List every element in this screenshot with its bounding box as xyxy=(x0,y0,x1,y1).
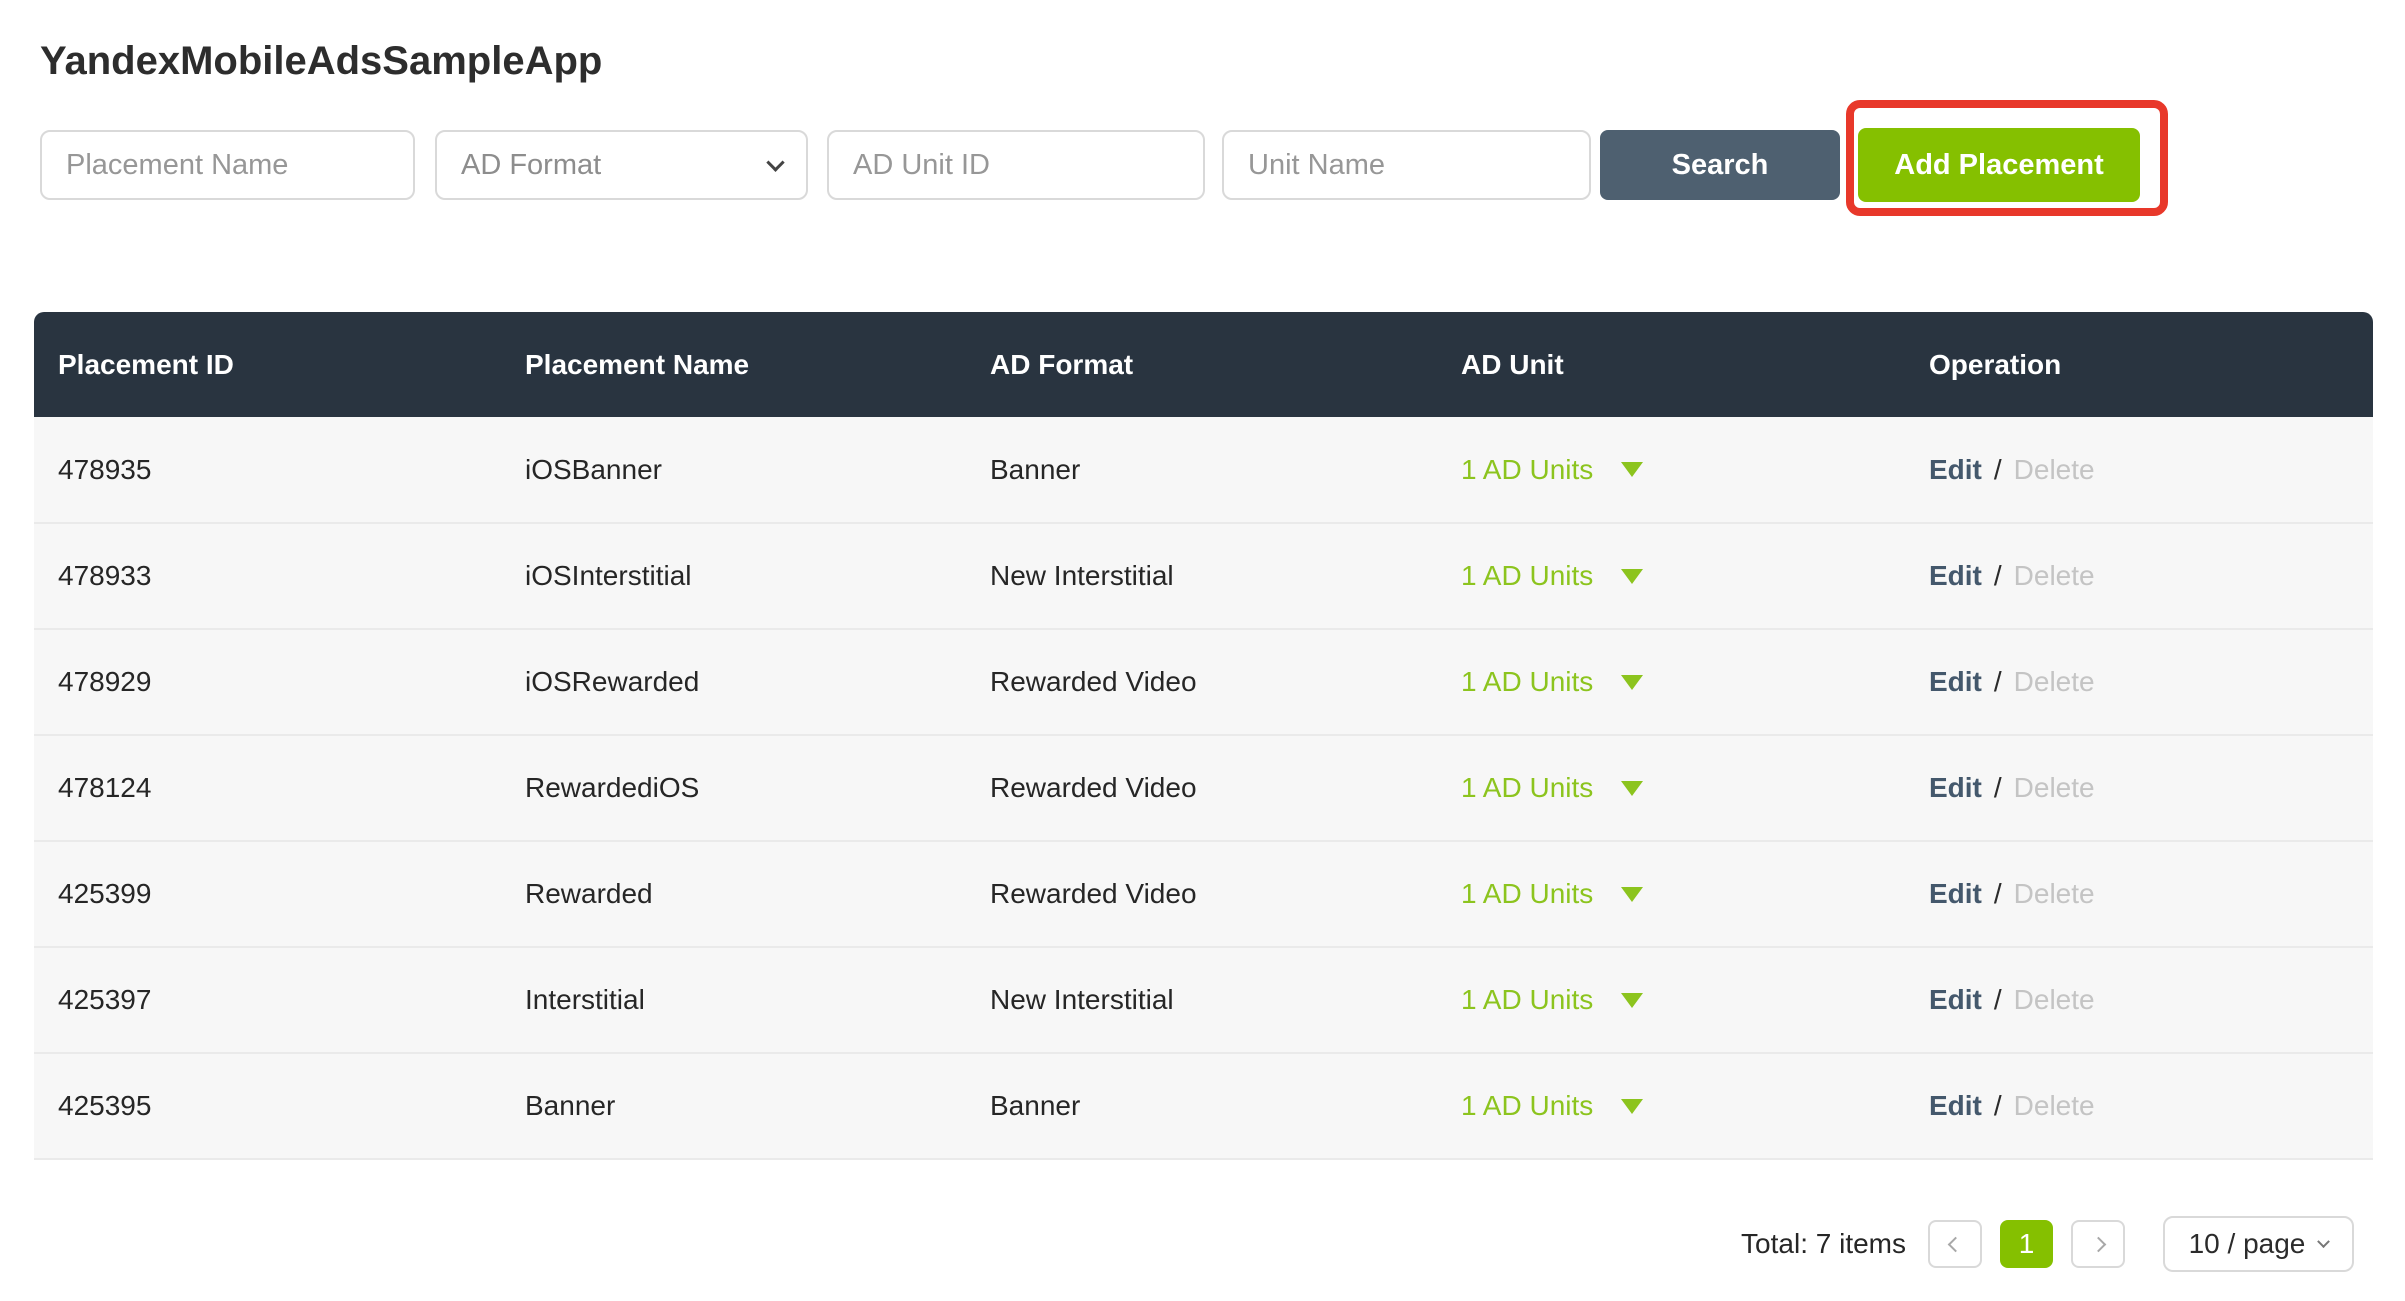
caret-down-icon xyxy=(1621,569,1643,584)
add-placement-button[interactable]: Add Placement xyxy=(1858,128,2140,202)
ad-format-cell: New Interstitial xyxy=(966,947,1437,1053)
ad-units-label: 1 AD Units xyxy=(1461,772,1593,804)
page-size-select[interactable]: 10 / page xyxy=(2163,1216,2354,1272)
ad-units-dropdown[interactable]: 1 AD Units xyxy=(1461,560,1643,592)
table-row: 425399 Rewarded Rewarded Video 1 AD Unit… xyxy=(34,841,2373,947)
ad-format-select-value: AD Format xyxy=(461,149,601,182)
placement-name-cell: iOSBanner xyxy=(501,417,966,523)
placement-id-cell: 425395 xyxy=(34,1053,501,1159)
ad-units-label: 1 AD Units xyxy=(1461,878,1593,910)
ad-unit-id-input[interactable] xyxy=(827,130,1205,200)
column-header-ad-unit: AD Unit xyxy=(1437,312,1905,417)
ad-units-label: 1 AD Units xyxy=(1461,984,1593,1016)
ad-format-cell: Rewarded Video xyxy=(966,629,1437,735)
table-row: 425397 Interstitial New Interstitial 1 A… xyxy=(34,947,2373,1053)
page-size-value: 10 / page xyxy=(2189,1228,2306,1260)
placement-name-cell: Interstitial xyxy=(501,947,966,1053)
placement-id-cell: 478124 xyxy=(34,735,501,841)
ad-format-cell: Banner xyxy=(966,417,1437,523)
ad-format-cell: Rewarded Video xyxy=(966,735,1437,841)
column-header-operation: Operation xyxy=(1905,312,2373,417)
edit-link[interactable]: Edit xyxy=(1929,984,1982,1015)
edit-link[interactable]: Edit xyxy=(1929,772,1982,803)
caret-down-icon xyxy=(1621,675,1643,690)
delete-link[interactable]: Delete xyxy=(2014,878,2095,909)
chevron-down-icon xyxy=(2318,1235,2331,1248)
operation-separator: / xyxy=(1994,560,2002,591)
column-header-ad-format: AD Format xyxy=(966,312,1437,417)
placement-id-cell: 425399 xyxy=(34,841,501,947)
ad-units-dropdown[interactable]: 1 AD Units xyxy=(1461,454,1643,486)
pagination-bar: Total: 7 items 1 10 / page xyxy=(1741,1216,2354,1272)
placement-id-cell: 478929 xyxy=(34,629,501,735)
delete-link[interactable]: Delete xyxy=(2014,454,2095,485)
delete-link[interactable]: Delete xyxy=(2014,560,2095,591)
total-items-label: Total: 7 items xyxy=(1741,1228,1906,1260)
placement-id-cell: 425397 xyxy=(34,947,501,1053)
page-title: YandexMobileAdsSampleApp xyxy=(40,39,602,84)
operation-separator: / xyxy=(1994,454,2002,485)
edit-link[interactable]: Edit xyxy=(1929,1090,1982,1121)
caret-down-icon xyxy=(1621,462,1643,477)
unit-name-input[interactable] xyxy=(1222,130,1591,200)
table-row: 478124 RewardediOS Rewarded Video 1 AD U… xyxy=(34,735,2373,841)
placement-name-cell: iOSRewarded xyxy=(501,629,966,735)
delete-link[interactable]: Delete xyxy=(2014,984,2095,1015)
ad-units-dropdown[interactable]: 1 AD Units xyxy=(1461,984,1643,1016)
search-button[interactable]: Search xyxy=(1600,130,1840,200)
ad-units-dropdown[interactable]: 1 AD Units xyxy=(1461,666,1643,698)
operation-separator: / xyxy=(1994,666,2002,697)
operation-separator: / xyxy=(1994,878,2002,909)
caret-down-icon xyxy=(1621,1099,1643,1114)
placements-table: Placement ID Placement Name AD Format AD… xyxy=(34,312,2373,1160)
ad-units-label: 1 AD Units xyxy=(1461,454,1593,486)
next-page-button[interactable] xyxy=(2071,1220,2125,1268)
placement-name-cell: Banner xyxy=(501,1053,966,1159)
ad-format-select[interactable]: AD Format xyxy=(435,130,808,200)
ad-format-cell: New Interstitial xyxy=(966,523,1437,629)
edit-link[interactable]: Edit xyxy=(1929,560,1982,591)
edit-link[interactable]: Edit xyxy=(1929,878,1982,909)
column-header-placement-name: Placement Name xyxy=(501,312,966,417)
chevron-right-icon xyxy=(2090,1236,2106,1252)
ad-units-dropdown[interactable]: 1 AD Units xyxy=(1461,878,1643,910)
placement-id-cell: 478935 xyxy=(34,417,501,523)
ad-format-cell: Rewarded Video xyxy=(966,841,1437,947)
ad-units-label: 1 AD Units xyxy=(1461,560,1593,592)
edit-link[interactable]: Edit xyxy=(1929,666,1982,697)
placement-name-cell: iOSInterstitial xyxy=(501,523,966,629)
delete-link[interactable]: Delete xyxy=(2014,772,2095,803)
placement-id-cell: 478933 xyxy=(34,523,501,629)
caret-down-icon xyxy=(1621,887,1643,902)
ad-units-dropdown[interactable]: 1 AD Units xyxy=(1461,1090,1643,1122)
ad-units-label: 1 AD Units xyxy=(1461,666,1593,698)
table-row: 478935 iOSBanner Banner 1 AD Units Edit /… xyxy=(34,417,2373,523)
ad-format-cell: Banner xyxy=(966,1053,1437,1159)
chevron-left-icon xyxy=(1947,1236,1963,1252)
table-row: 478929 iOSRewarded Rewarded Video 1 AD U… xyxy=(34,629,2373,735)
placement-name-cell: RewardediOS xyxy=(501,735,966,841)
placement-name-cell: Rewarded xyxy=(501,841,966,947)
ad-units-dropdown[interactable]: 1 AD Units xyxy=(1461,772,1643,804)
operation-separator: / xyxy=(1994,772,2002,803)
operation-separator: / xyxy=(1994,1090,2002,1121)
ad-units-label: 1 AD Units xyxy=(1461,1090,1593,1122)
previous-page-button[interactable] xyxy=(1928,1220,1982,1268)
chevron-down-icon xyxy=(766,153,784,171)
table-row: 425395 Banner Banner 1 AD Units Edit / Del… xyxy=(34,1053,2373,1159)
edit-link[interactable]: Edit xyxy=(1929,454,1982,485)
caret-down-icon xyxy=(1621,781,1643,796)
column-header-placement-id: Placement ID xyxy=(34,312,501,417)
page-number-button[interactable]: 1 xyxy=(2000,1220,2053,1268)
delete-link[interactable]: Delete xyxy=(2014,666,2095,697)
table-row: 478933 iOSInterstitial New Interstitial … xyxy=(34,523,2373,629)
placement-name-input[interactable] xyxy=(40,130,415,200)
table-header-row: Placement ID Placement Name AD Format AD… xyxy=(34,312,2373,417)
delete-link[interactable]: Delete xyxy=(2014,1090,2095,1121)
caret-down-icon xyxy=(1621,993,1643,1008)
operation-separator: / xyxy=(1994,984,2002,1015)
